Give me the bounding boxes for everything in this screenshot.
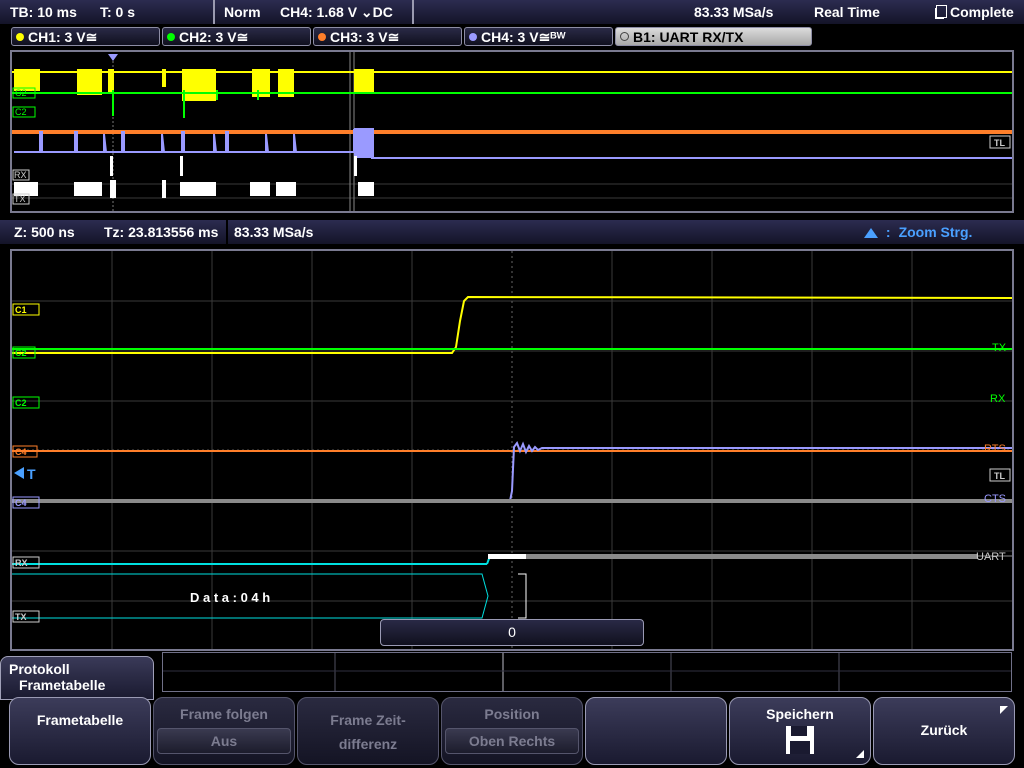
ch1-color-dot <box>16 33 24 41</box>
acquisition-mode-readout[interactable]: Real Time <box>814 2 880 22</box>
zoom-plot: D a t a : 0 4 h C1 C2 C2 C4 C4 RX TX T T… <box>12 251 1012 649</box>
copy-icon <box>936 5 947 18</box>
ch1-zoom-trace <box>12 295 1012 354</box>
trigger-time-readout[interactable]: T: 0 s <box>100 2 135 22</box>
uart-tx-bracket <box>518 573 527 619</box>
right-label-rts: RTS <box>984 443 1006 455</box>
right-label-uart: UART <box>976 551 1006 563</box>
channel-1-label: CH1: 3 V≅ <box>28 29 98 45</box>
channel-4-button[interactable]: CH4: 3 V≅ᴮᵂ <box>464 27 613 46</box>
submenu-corner-icon <box>856 750 864 758</box>
zoom-sample-rate: 83.33 MSa/s <box>234 224 314 240</box>
ch4-color-dot <box>469 33 477 41</box>
zurueck-label: Zurück <box>920 722 968 738</box>
colon-label: : <box>885 224 891 240</box>
channel-1-button[interactable]: CH1: 3 V≅ <box>11 27 160 46</box>
zoom-info-bar: Z: 500 ns Tz: 23.813556 ms 83.33 MSa/s :… <box>0 219 1024 246</box>
channel-3-label: CH3: 3 V≅ <box>330 29 400 45</box>
zurueck-button[interactable]: Zurück <box>873 697 1015 765</box>
zoom-marker-c4b: C4 <box>15 498 27 508</box>
bus-ring-icon <box>620 32 629 41</box>
ch4-trace <box>14 129 1012 159</box>
floppy-disk-icon <box>786 726 814 754</box>
trigger-level-icon <box>14 467 24 479</box>
tab-line2: Frametabelle <box>19 677 106 693</box>
corner-arrow-icon <box>1000 706 1008 714</box>
ch3-color-dot <box>318 33 326 41</box>
frame-folgen-button[interactable]: Frame folgen Aus <box>153 697 295 765</box>
uart-rx-frame <box>526 554 978 559</box>
zoom-marker-rx: RX <box>15 558 28 568</box>
trigger-level-t: T <box>27 466 36 482</box>
marker-tx: TX <box>14 194 26 204</box>
sample-rate-readout[interactable]: 83.33 MSa/s <box>694 2 773 22</box>
uart-data-label: D a t a : 0 4 h <box>190 590 270 605</box>
bus-1-button[interactable]: B1: UART RX/TX <box>615 27 812 46</box>
channel-4-label: CH4: 3 V≅ᴮᵂ <box>481 29 566 45</box>
channel-3-button[interactable]: CH3: 3 V≅ <box>313 27 462 46</box>
channel-2-button[interactable]: CH2: 3 V≅ <box>162 27 311 46</box>
zoom-marker-c2: C2 <box>15 348 27 358</box>
right-label-rx: RX <box>990 393 1006 405</box>
frame-zeit-label-2: differenz <box>338 736 398 752</box>
trigger-mode-readout[interactable]: Norm <box>224 2 261 22</box>
speichern-label: Speichern <box>766 706 834 722</box>
zoom-rate-cell: 83.33 MSa/s : Zoom Strg. <box>228 220 1024 244</box>
ch1-bursts <box>14 69 374 101</box>
position-label: Position <box>484 706 540 722</box>
state-label: Complete <box>950 4 1014 20</box>
zoom-marker-c1: C1 <box>15 305 27 315</box>
marker-rx: RX <box>14 170 27 180</box>
frame-table[interactable] <box>162 652 1012 692</box>
status-bar: TB: 10 ms T: 0 s Norm CH4: 1.68 V ⌄DC 83… <box>0 0 1024 24</box>
frame-zeit-label-1: Frame Zeit- <box>330 712 406 728</box>
divider <box>412 0 414 24</box>
frame-zeitdifferenz-button[interactable]: Frame Zeit- differenz <box>297 697 439 765</box>
trigger-source-readout[interactable]: CH4: 1.68 V ⌄DC <box>280 2 393 22</box>
time-value-box[interactable]: 0 <box>380 619 644 646</box>
bus-1-label: B1: UART RX/TX <box>633 29 744 45</box>
empty-softkey[interactable] <box>585 697 727 765</box>
zoom-person-icon <box>864 228 878 238</box>
zoom-marker-c4: C4 <box>15 447 27 457</box>
zoom-strg-label: Zoom Strg. <box>898 224 973 240</box>
divider <box>213 0 215 24</box>
right-label-tx: TX <box>992 342 1007 354</box>
position-value: Oben Rechts <box>445 728 579 754</box>
zoom-scale-readout: Z: 500 ns <box>14 224 75 240</box>
overview-plot: C2 C2 RX TX TL <box>12 52 1012 211</box>
frame-folgen-label: Frame folgen <box>180 706 268 722</box>
marker-tl: TL <box>994 138 1005 148</box>
timebase-readout[interactable]: TB: 10 ms <box>10 2 77 22</box>
zoom-control[interactable]: : Zoom Strg. <box>864 220 972 244</box>
time-value-label: 0 <box>508 624 516 640</box>
zoom-marker-c2b: C2 <box>15 398 27 408</box>
frametabelle-label: Frametabelle <box>36 712 124 728</box>
frame-table-grid <box>163 653 1011 691</box>
zoom-waveform-area[interactable]: D a t a : 0 4 h C1 C2 C2 C4 C4 RX TX T T… <box>10 249 1014 651</box>
tab-line1: Protokoll <box>9 661 70 677</box>
uart-rx-frame-start <box>488 554 526 559</box>
ch2-color-dot <box>167 33 175 41</box>
zoom-time-readout: Tz: 23.813556 ms <box>104 224 219 240</box>
zoom-right-labels: TX RX RTS CTS UART <box>976 342 1007 563</box>
channel-bar: CH1: 3 V≅ CH2: 3 V≅ CH3: 3 V≅ CH4: 3 V≅ᴮ… <box>0 25 1024 49</box>
acquisition-state[interactable]: Complete <box>936 2 1014 22</box>
trigger-position-marker <box>108 54 118 61</box>
zoom-scale-cell[interactable]: Z: 500 ns Tz: 23.813556 ms <box>0 220 226 244</box>
channel-2-label: CH2: 3 V≅ <box>179 29 249 45</box>
zoom-marker-tl: TL <box>994 471 1005 481</box>
overview-waveform-area[interactable]: C2 C2 RX TX TL <box>10 50 1014 213</box>
right-label-cts: CTS <box>984 493 1006 505</box>
zoom-marker-tx: TX <box>15 612 27 622</box>
bus-frames <box>14 156 374 198</box>
ch4-burst <box>354 128 374 158</box>
marker-c2b: C2 <box>15 107 27 117</box>
frametabelle-button[interactable]: Frametabelle <box>9 697 151 765</box>
position-button[interactable]: Position Oben Rechts <box>441 697 583 765</box>
frame-folgen-value: Aus <box>157 728 291 754</box>
speichern-button[interactable]: Speichern <box>729 697 871 765</box>
marker-c2a: C2 <box>15 88 27 98</box>
protocol-frametable-tab[interactable]: Protokoll Frametabelle <box>0 656 154 700</box>
